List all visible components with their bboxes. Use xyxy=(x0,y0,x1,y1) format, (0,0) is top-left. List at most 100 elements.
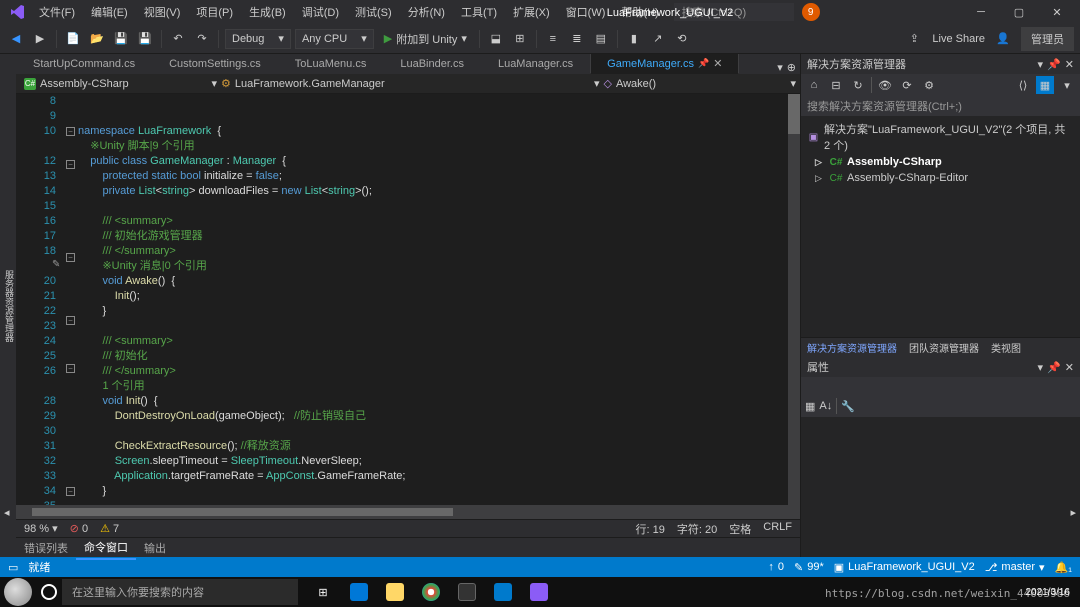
feedback-icon[interactable]: 👤 xyxy=(993,29,1013,49)
bottom-tab-输出[interactable]: 输出 xyxy=(136,537,174,559)
solution-search[interactable]: 搜索解决方案资源管理器(Ctrl+;) xyxy=(801,96,1080,116)
project-assembly-csharp[interactable]: ▷C#Assembly-CSharp xyxy=(803,154,1078,170)
preview-icon[interactable]: ▦ xyxy=(1036,76,1054,94)
props-dropdown-icon[interactable]: ▾ xyxy=(1038,361,1044,374)
breadcrumb-member[interactable]: ▾ ◇Awake() xyxy=(464,77,787,90)
collapse-icon[interactable]: ⊟ xyxy=(827,76,845,94)
tab-overflow-icon[interactable]: ▾ xyxy=(777,61,783,74)
cortana-icon[interactable] xyxy=(36,579,62,605)
vscode-icon[interactable] xyxy=(486,577,520,607)
tab-LuaManager.cs[interactable]: LuaManager.cs xyxy=(481,54,590,74)
maximize-button[interactable]: ▢ xyxy=(1000,0,1038,24)
panel-close-icon[interactable]: ✕ xyxy=(1065,58,1074,71)
liveshare-icon[interactable]: ⇪ xyxy=(904,29,924,49)
tab-ToLuaMenu.cs[interactable]: ToLuaMenu.cs xyxy=(278,54,384,74)
code-content[interactable]: namespace LuaFramework { ※Unity 脚本|9 个引用… xyxy=(78,94,800,505)
add-to-source[interactable]: ↑ 0 xyxy=(768,561,784,573)
refresh-icon[interactable]: ⟳ xyxy=(898,76,916,94)
tool-icon-3[interactable]: ≡ xyxy=(543,29,563,49)
menu-帮助(H)[interactable]: 帮助(H) xyxy=(614,1,665,23)
solution-tree[interactable]: ▣解决方案"LuaFramework_UGUI_V2"(2 个项目, 共 2 个… xyxy=(801,116,1080,337)
menu-编辑(E)[interactable]: 编辑(E) xyxy=(84,1,135,23)
wrench-icon[interactable]: 🔧 xyxy=(841,400,855,413)
menu-调试(D)[interactable]: 调试(D) xyxy=(295,1,346,23)
server-explorer-rail[interactable]: 服务器资源管理器 xyxy=(0,54,16,557)
tab-CustomSettings.cs[interactable]: CustomSettings.cs xyxy=(152,54,278,74)
repo-name[interactable]: ▣ LuaFramework_UGUI_V2 xyxy=(834,561,975,574)
close-button[interactable]: ✕ xyxy=(1038,0,1076,24)
categorize-icon[interactable]: ▦ xyxy=(805,400,815,413)
mini-tab-2[interactable]: 类视图 xyxy=(985,338,1027,357)
back-icon[interactable]: ◀ xyxy=(6,29,26,49)
props-close-icon[interactable]: ✕ xyxy=(1065,361,1074,374)
view-code-icon[interactable]: ⟨⟩ xyxy=(1014,76,1032,94)
tab-StartUpCommand.cs[interactable]: StartUpCommand.cs xyxy=(16,54,152,74)
code-editor[interactable]: 8910121314151617182021222324252628293031… xyxy=(16,94,800,505)
visual-studio-icon[interactable] xyxy=(522,577,556,607)
properties-icon[interactable]: ⚙ xyxy=(920,76,938,94)
liveshare-label[interactable]: Live Share xyxy=(932,33,985,45)
app-icon-1[interactable] xyxy=(450,577,484,607)
menu-视图(V)[interactable]: 视图(V) xyxy=(137,1,188,23)
vertical-scrollbar[interactable] xyxy=(788,94,800,505)
save-icon[interactable]: 💾 xyxy=(111,29,131,49)
notification-badge[interactable]: 9 xyxy=(802,3,820,21)
menu-生成(B)[interactable]: 生成(B) xyxy=(242,1,293,23)
attach-unity-button[interactable]: ▶附加到 Unity▾ xyxy=(378,29,473,49)
menu-工具(T)[interactable]: 工具(T) xyxy=(454,1,504,23)
sync-icon[interactable]: ↻ xyxy=(849,76,867,94)
quick-search[interactable]: 搜索 (Ctrl+Q) xyxy=(674,3,794,21)
tool-icon-6[interactable]: ▮ xyxy=(624,29,644,49)
tool-icon-2[interactable]: ⊞ xyxy=(510,29,530,49)
admin-button[interactable]: 管理员 xyxy=(1021,27,1074,51)
menu-项目(P)[interactable]: 项目(P) xyxy=(189,1,240,23)
eol-mode[interactable]: CRLF xyxy=(763,521,792,537)
breadcrumb-project[interactable]: C#Assembly-CSharp xyxy=(20,78,133,90)
windows-search[interactable]: 在这里输入你要搜索的内容 xyxy=(62,579,298,605)
warning-count[interactable]: ⚠ 7 xyxy=(100,522,119,535)
explorer-icon[interactable] xyxy=(378,577,412,607)
tab-GameManager.cs[interactable]: GameManager.cs📌✕ xyxy=(590,54,739,74)
solution-root[interactable]: ▣解决方案"LuaFramework_UGUI_V2"(2 个项目, 共 2 个… xyxy=(803,120,1078,154)
filter-icon[interactable]: ▾ xyxy=(1058,76,1076,94)
mini-tab-1[interactable]: 团队资源管理器 xyxy=(903,338,985,357)
breadcrumb-namespace[interactable]: ▾ ⚙LuaFramework.GameManager xyxy=(137,77,460,90)
minimize-button[interactable]: ─ xyxy=(962,0,1000,24)
forward-icon[interactable]: ▶ xyxy=(30,29,50,49)
fold-column[interactable]: −−−−−− xyxy=(64,94,78,505)
tab-LuaBinder.cs[interactable]: LuaBinder.cs xyxy=(383,54,481,74)
edge-icon[interactable] xyxy=(342,577,376,607)
menu-分析(N)[interactable]: 分析(N) xyxy=(401,1,452,23)
project-assembly-csharp-editor[interactable]: ▷C#Assembly-CSharp-Editor xyxy=(803,170,1078,186)
notifications-icon[interactable]: 🔔₁ xyxy=(1055,561,1072,574)
tool-icon-7[interactable]: ↗ xyxy=(648,29,668,49)
indent-mode[interactable]: 空格 xyxy=(729,521,751,537)
tool-icon-5[interactable]: ▤ xyxy=(591,29,611,49)
chrome-icon[interactable] xyxy=(414,577,448,607)
show-all-icon[interactable]: 👁 xyxy=(876,76,894,94)
undo-icon[interactable]: ↶ xyxy=(168,29,188,49)
alpha-icon[interactable]: A↓ xyxy=(819,400,832,412)
tool-icon-4[interactable]: ≣ xyxy=(567,29,587,49)
config-dropdown[interactable]: Debug▾ xyxy=(225,29,291,49)
props-pin-icon[interactable]: 📌 xyxy=(1047,361,1061,374)
menu-窗口(W)[interactable]: 窗口(W) xyxy=(559,1,613,23)
tool-icon-8[interactable]: ⟲ xyxy=(672,29,692,49)
platform-dropdown[interactable]: Any CPU▾ xyxy=(295,29,374,49)
open-icon[interactable]: 📂 xyxy=(87,29,107,49)
new-project-icon[interactable]: 📄 xyxy=(63,29,83,49)
bottom-tab-命令窗口[interactable]: 命令窗口 xyxy=(76,536,136,560)
save-all-icon[interactable]: 💾 xyxy=(135,29,155,49)
menu-扩展(X)[interactable]: 扩展(X) xyxy=(506,1,557,23)
branch-name[interactable]: ⎇ master ▾ xyxy=(985,561,1045,574)
error-count[interactable]: ⊘ 0 xyxy=(70,522,88,535)
panel-dropdown-icon[interactable]: ▾ xyxy=(1038,58,1044,71)
tool-icon-1[interactable]: ⬓ xyxy=(486,29,506,49)
zoom-level[interactable]: 98 % ▾ xyxy=(24,522,58,535)
home-icon[interactable]: ⌂ xyxy=(805,76,823,94)
horizontal-scrollbar[interactable]: ◂ ▸ xyxy=(16,505,800,519)
menu-测试(S)[interactable]: 测试(S) xyxy=(348,1,399,23)
redo-icon[interactable]: ↷ xyxy=(192,29,212,49)
bottom-tab-错误列表[interactable]: 错误列表 xyxy=(16,537,76,559)
tab-add-icon[interactable]: ⊕ xyxy=(787,61,796,74)
